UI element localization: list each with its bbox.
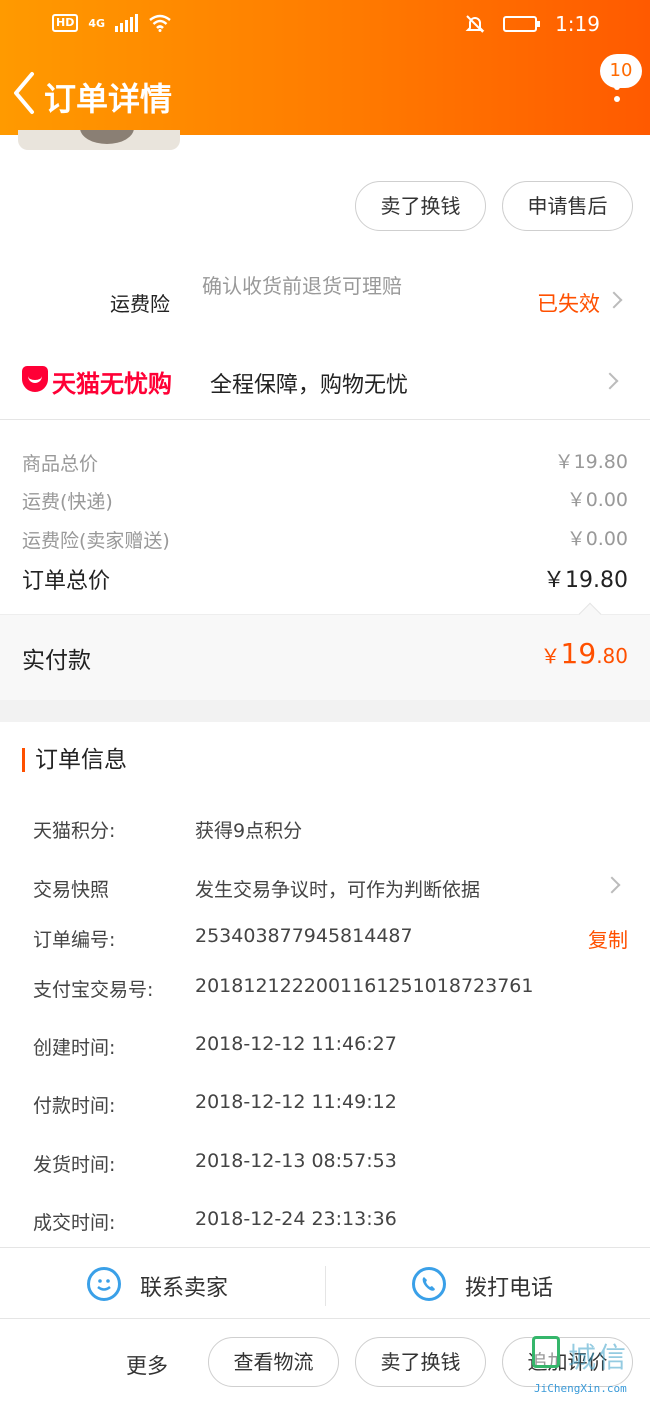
order-number-value: 253403877945814487 <box>195 925 413 947</box>
insurance-label: 运费险 <box>110 292 170 316</box>
amount-paid-row: 实付款 ￥19.80 <box>0 602 650 700</box>
insurance-fee-label: 运费险(卖家赠送) <box>22 530 170 552</box>
contact-actions-bar: 联系卖家 拨打电话 <box>0 1247 650 1319</box>
tmall-logo-icon <box>22 366 48 392</box>
copy-button[interactable]: 复制 <box>588 924 628 953</box>
order-total-value: ￥19.80 <box>543 568 628 593</box>
call-phone-label: 拨打电话 <box>465 1276 554 1301</box>
network-label: 4G <box>88 16 106 30</box>
shipping-fee-value: ￥0.00 <box>566 489 628 511</box>
info-value: 2018-12-13 08:57:53 <box>195 1150 397 1172</box>
mute-bell-icon <box>465 15 485 33</box>
tmall-guarantee-row[interactable]: 天猫无忧购 全程保障，购物无忧 <box>0 350 650 420</box>
phone-icon <box>412 1267 446 1301</box>
order-info-title: 订单信息 <box>22 748 127 772</box>
signal-icon <box>115 14 139 32</box>
section-divider <box>0 700 650 722</box>
insurance-fee-value: ￥0.00 <box>566 528 628 550</box>
battery-icon <box>503 16 541 32</box>
page-title: 订单详情 <box>44 80 173 118</box>
info-label: 支付宝交易号: <box>33 979 154 1001</box>
watermark-url: JiChengXin.com <box>534 1382 627 1395</box>
goods-total-label: 商品总价 <box>22 453 99 475</box>
info-value: 获得9点积分 <box>195 820 303 842</box>
more-options-icon[interactable] <box>612 84 622 114</box>
chat-smile-icon <box>87 1267 121 1301</box>
info-value: 发生交易争议时，可作为判断依据 <box>195 879 481 901</box>
back-arrow-icon[interactable] <box>10 70 40 116</box>
info-value: 2018-12-12 11:46:27 <box>195 1033 397 1055</box>
more-button[interactable]: 更多 <box>126 1350 168 1380</box>
tmall-guarantee-text: 全程保障，购物无忧 <box>210 373 409 398</box>
amount-paid-label: 实付款 <box>22 648 91 674</box>
hd-icon: HD <box>52 14 79 32</box>
info-value: 2018-12-12 11:49:12 <box>195 1091 397 1113</box>
notch-decoration <box>578 602 602 626</box>
info-label: 创建时间: <box>33 1037 116 1059</box>
info-label: 付款时间: <box>33 1095 116 1117</box>
info-label: 交易快照 <box>33 879 110 901</box>
info-label: 发货时间: <box>33 1154 116 1176</box>
after-sale-button[interactable]: 申请售后 <box>502 181 633 231</box>
watermark-text: 城信 <box>568 1341 629 1374</box>
contact-seller-label: 联系卖家 <box>140 1276 229 1301</box>
info-label: 天猫积分: <box>33 820 116 842</box>
view-logistics-button[interactable]: 查看物流 <box>208 1337 339 1387</box>
insurance-description: 确认收货前退货可理赔 <box>202 274 402 298</box>
product-thumbnail[interactable] <box>18 130 180 150</box>
sell-exchange-bottom-button[interactable]: 卖了换钱 <box>355 1337 486 1387</box>
call-phone-button[interactable]: 拨打电话 <box>326 1248 650 1320</box>
info-value: 2018121222001161251018723761 <box>195 975 534 997</box>
amount-paid-value: ￥19.80 <box>540 637 628 670</box>
info-label: 订单编号: <box>33 929 116 951</box>
sell-exchange-button[interactable]: 卖了换钱 <box>355 181 486 231</box>
watermark: 城信 JiChengXin.com <box>530 1332 646 1404</box>
header-bar: HD 4G 1:19 订单详情 10 <box>0 0 650 135</box>
wifi-icon <box>149 14 171 32</box>
chevron-right-icon <box>603 876 621 894</box>
status-bar: HD 4G 1:19 <box>0 10 650 40</box>
info-value: 2018-12-24 23:13:36 <box>195 1208 397 1230</box>
order-total-label: 订单总价 <box>22 569 111 594</box>
info-label: 成交时间: <box>33 1212 116 1234</box>
goods-total-value: ￥19.80 <box>554 451 628 473</box>
message-count-badge[interactable]: 10 <box>600 54 642 88</box>
shipping-fee-label: 运费(快递) <box>22 491 113 513</box>
tmall-brand: 天猫无忧购 <box>52 370 172 398</box>
clock-time: 1:19 <box>555 12 600 36</box>
watermark-logo-icon <box>532 1336 560 1368</box>
contact-seller-button[interactable]: 联系卖家 <box>0 1248 325 1320</box>
chevron-right-icon <box>605 291 623 309</box>
chevron-right-icon <box>601 372 619 390</box>
insurance-status: 已失效 <box>537 292 600 316</box>
